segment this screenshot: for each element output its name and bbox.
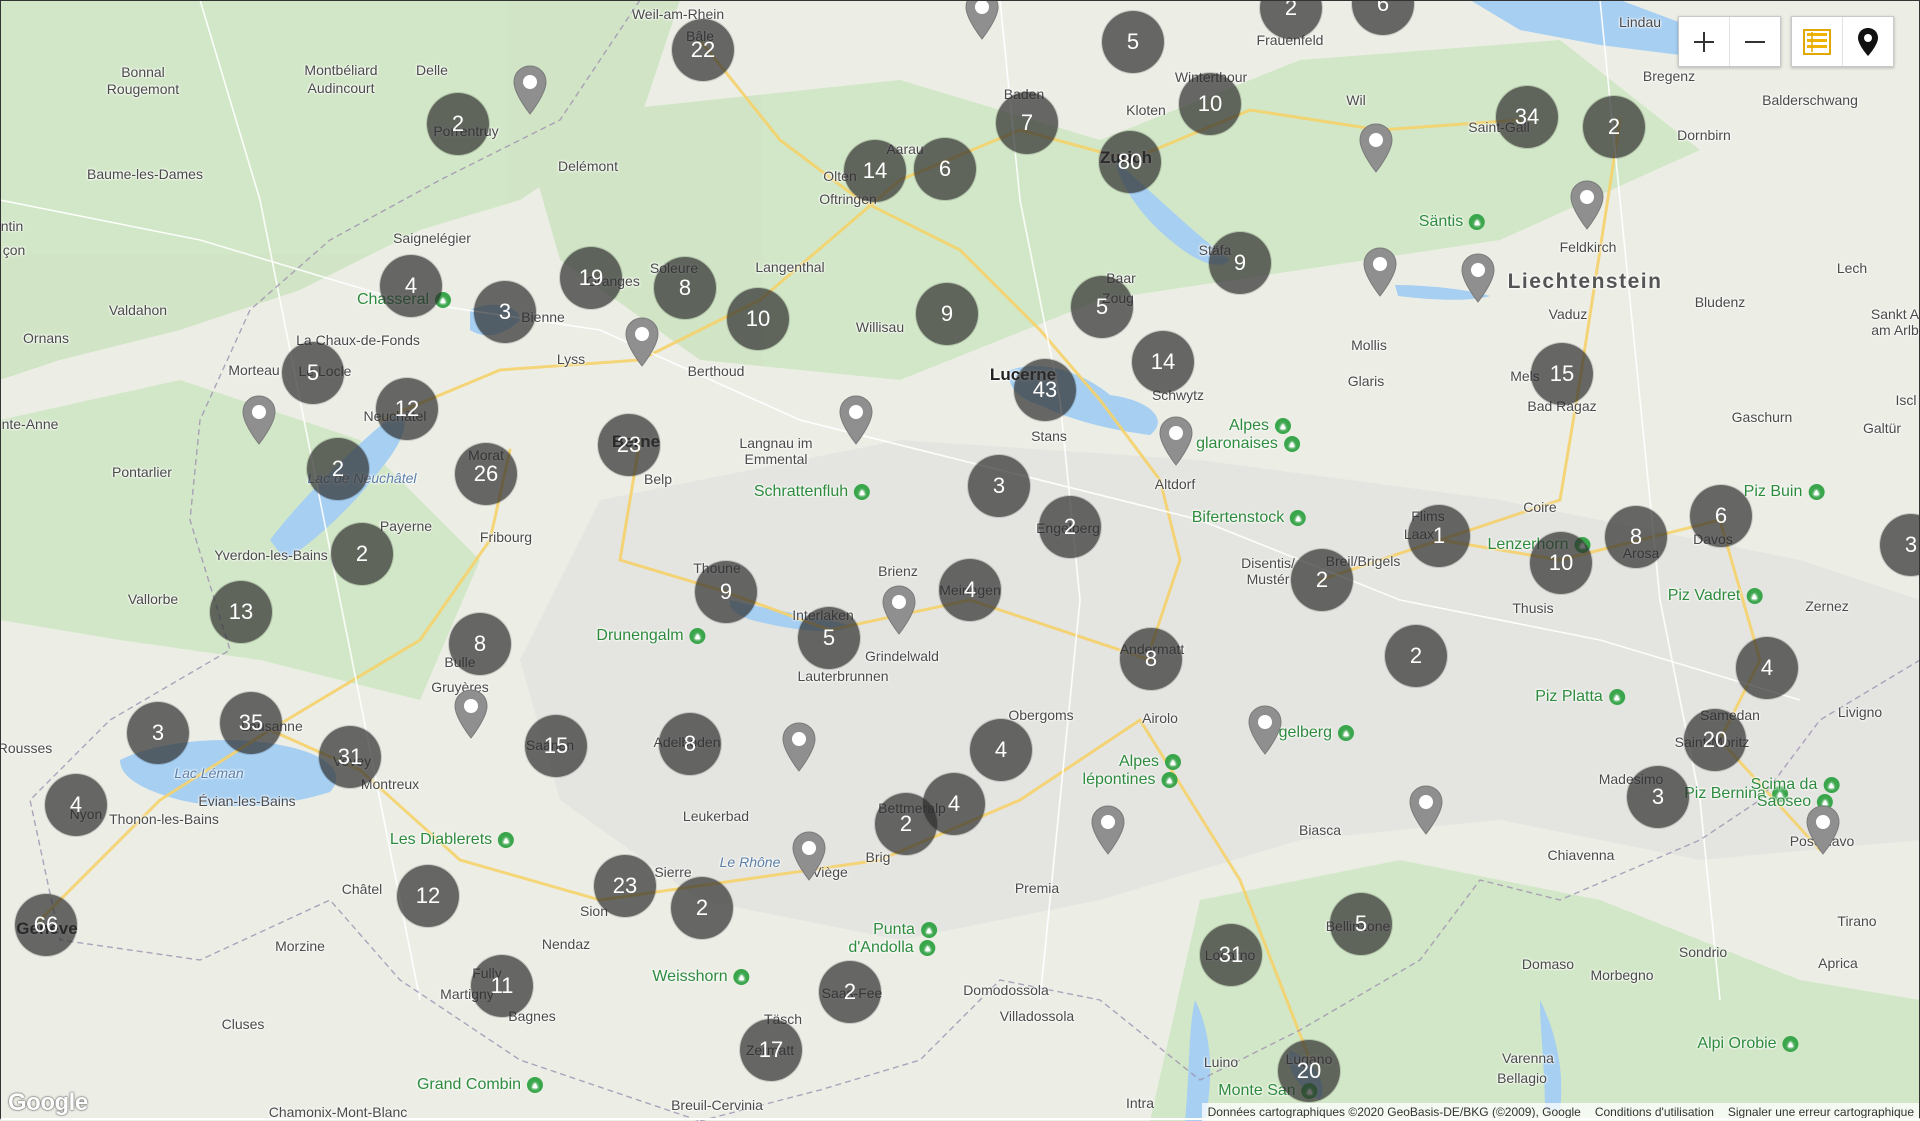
marker-cluster[interactable]: 8 <box>654 257 716 319</box>
location-pin-icon[interactable] <box>1247 704 1283 756</box>
marker-cluster[interactable]: 14 <box>1132 331 1194 393</box>
marker-cluster[interactable]: 8 <box>659 713 721 775</box>
view-control-group <box>1791 16 1894 67</box>
map-pin-icon <box>1858 27 1878 56</box>
marker-cluster[interactable]: 2 <box>671 877 733 939</box>
marker-cluster[interactable]: 19 <box>560 247 622 309</box>
marker-cluster[interactable]: 5 <box>798 607 860 669</box>
marker-cluster[interactable]: 4 <box>939 559 1001 621</box>
marker-cluster[interactable]: 15 <box>525 715 587 777</box>
marker-cluster[interactable]: 5 <box>1102 11 1164 73</box>
marker-cluster[interactable]: 23 <box>594 855 656 917</box>
marker-cluster[interactable]: 3 <box>127 702 189 764</box>
marker-cluster[interactable]: 20 <box>1278 1040 1340 1102</box>
location-pin-icon[interactable] <box>241 394 277 446</box>
marker-cluster[interactable]: 22 <box>672 19 734 81</box>
marker-cluster[interactable]: 9 <box>1209 232 1271 294</box>
location-pin-icon[interactable] <box>1460 252 1496 304</box>
marker-cluster[interactable]: 5 <box>282 342 344 404</box>
marker-cluster[interactable]: 2 <box>427 93 489 155</box>
marker-cluster[interactable]: 10 <box>727 288 789 350</box>
location-pin-icon[interactable] <box>512 64 548 116</box>
marker-cluster[interactable]: 9 <box>695 561 757 623</box>
marker-cluster[interactable]: 2 <box>1291 549 1353 611</box>
marker-cluster[interactable]: 10 <box>1530 532 1592 594</box>
location-pin-icon[interactable] <box>1569 179 1605 231</box>
list-icon <box>1803 28 1831 55</box>
marker-cluster[interactable]: 4 <box>1736 637 1798 699</box>
marker-cluster[interactable]: 4 <box>380 255 442 317</box>
marker-cluster[interactable]: 8 <box>449 613 511 675</box>
map-canvas[interactable]: Weil-am-RheinBâleLindauFrauenfeldWintert… <box>0 0 1920 1121</box>
marker-cluster[interactable]: 31 <box>319 726 381 788</box>
location-pin-icon[interactable] <box>881 584 917 636</box>
marker-cluster[interactable]: 2 <box>331 523 393 585</box>
marker-cluster[interactable]: 5 <box>1071 276 1133 338</box>
location-pin-icon[interactable] <box>781 721 817 773</box>
marker-cluster[interactable]: 20 <box>1684 709 1746 771</box>
zoom-in-button[interactable] <box>1679 17 1729 66</box>
list-view-button[interactable] <box>1792 17 1842 66</box>
location-pin-icon[interactable] <box>453 688 489 740</box>
minus-icon <box>1745 40 1765 43</box>
marker-cluster[interactable]: 34 <box>1496 86 1558 148</box>
marker-cluster[interactable]: 8 <box>1605 506 1667 568</box>
location-pin-icon[interactable] <box>1158 415 1194 467</box>
marker-cluster[interactable]: 4 <box>970 719 1032 781</box>
marker-cluster[interactable]: 4 <box>45 774 107 836</box>
marker-cluster[interactable]: 14 <box>844 140 906 202</box>
marker-cluster[interactable]: 9 <box>916 283 978 345</box>
zoom-control-group <box>1678 16 1781 67</box>
zoom-out-button[interactable] <box>1729 17 1780 66</box>
marker-cluster[interactable]: 80 <box>1099 131 1161 193</box>
location-pin-icon[interactable] <box>1362 246 1398 298</box>
marker-cluster[interactable]: 3 <box>968 455 1030 517</box>
marker-cluster[interactable]: 5 <box>1330 893 1392 955</box>
marker-cluster[interactable]: 2 <box>1583 96 1645 158</box>
marker-cluster[interactable]: 31 <box>1200 924 1262 986</box>
map-controls <box>1678 16 1894 67</box>
marker-cluster[interactable]: 3 <box>474 281 536 343</box>
location-pin-icon[interactable] <box>1408 784 1444 836</box>
map-attribution: Données cartographiques ©2020 GeoBasis-D… <box>1201 1103 1920 1121</box>
marker-cluster[interactable]: 7 <box>996 92 1058 154</box>
marker-cluster[interactable]: 11 <box>471 955 533 1017</box>
marker-cluster[interactable]: 2 <box>875 793 937 855</box>
location-pin-icon[interactable] <box>964 0 1000 41</box>
attribution-data-text: Données cartographiques ©2020 GeoBasis-D… <box>1207 1105 1581 1119</box>
marker-cluster[interactable]: 6 <box>914 138 976 200</box>
marker-cluster[interactable]: 13 <box>210 581 272 643</box>
report-error-link[interactable]: Signaler une erreur cartographique <box>1728 1105 1914 1119</box>
location-pin-icon[interactable] <box>838 394 874 446</box>
marker-view-button[interactable] <box>1842 17 1893 66</box>
marker-cluster[interactable]: 2 <box>307 438 369 500</box>
location-pin-icon[interactable] <box>791 830 827 882</box>
marker-cluster[interactable]: 15 <box>1531 343 1593 405</box>
marker-cluster[interactable]: 35 <box>220 692 282 754</box>
marker-cluster[interactable]: 12 <box>376 378 438 440</box>
marker-cluster[interactable]: 23 <box>598 414 660 476</box>
marker-cluster[interactable]: 6 <box>1690 485 1752 547</box>
terms-link[interactable]: Conditions d'utilisation <box>1595 1105 1714 1119</box>
marker-cluster[interactable]: 66 <box>15 894 77 956</box>
marker-cluster[interactable]: 17 <box>740 1019 802 1081</box>
marker-cluster[interactable]: 26 <box>455 443 517 505</box>
marker-cluster[interactable]: 10 <box>1179 73 1241 135</box>
location-pin-icon[interactable] <box>1090 804 1126 856</box>
location-pin-icon[interactable] <box>624 316 660 368</box>
plus-icon <box>1694 31 1714 52</box>
location-pin-icon[interactable] <box>1805 804 1841 856</box>
marker-cluster[interactable]: 43 <box>1014 359 1076 421</box>
marker-cluster[interactable]: 3 <box>1627 766 1689 828</box>
marker-cluster[interactable]: 2 <box>819 961 881 1023</box>
location-pin-icon[interactable] <box>1358 122 1394 174</box>
marker-cluster[interactable]: 12 <box>397 865 459 927</box>
marker-cluster[interactable]: 2 <box>1039 496 1101 558</box>
marker-cluster[interactable]: 1 <box>1408 505 1470 567</box>
marker-cluster[interactable]: 2 <box>1385 625 1447 687</box>
marker-cluster[interactable]: 8 <box>1120 628 1182 690</box>
google-logo: Google <box>8 1089 88 1116</box>
